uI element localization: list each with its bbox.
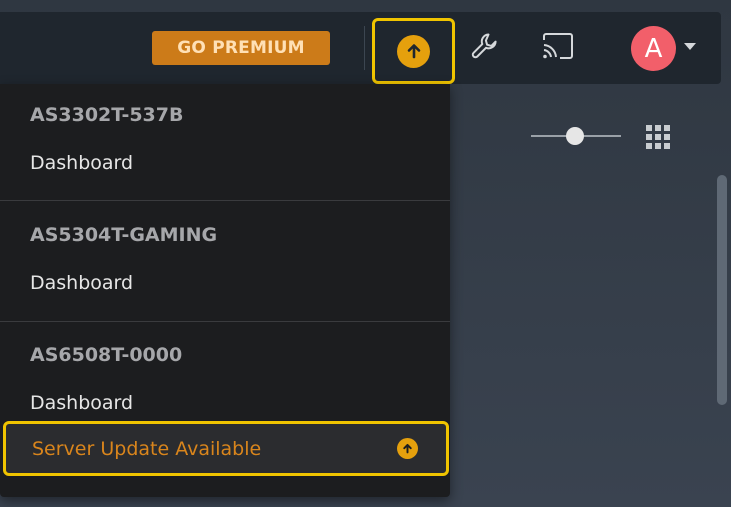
update-available-button[interactable]	[372, 18, 455, 84]
go-premium-button[interactable]: GO PREMIUM	[152, 31, 330, 65]
server-update-available-item[interactable]: Server Update Available	[3, 421, 449, 476]
top-toolbar	[0, 12, 721, 84]
server-update-label: Server Update Available	[32, 437, 262, 460]
user-avatar[interactable]: A	[631, 26, 676, 71]
dashboard-link[interactable]: Dashboard	[30, 152, 133, 174]
grid-view-icon[interactable]	[646, 125, 670, 149]
server-name: AS6508T-0000	[30, 344, 183, 366]
size-slider-handle[interactable]	[566, 127, 584, 145]
chevron-down-icon[interactable]	[684, 43, 696, 50]
wrench-icon	[468, 29, 502, 68]
toolbar-divider	[364, 26, 365, 70]
dashboard-link[interactable]: Dashboard	[30, 392, 133, 414]
settings-button[interactable]	[467, 30, 503, 66]
dashboard-link[interactable]: Dashboard	[30, 272, 133, 294]
cast-button[interactable]	[540, 30, 576, 66]
menu-divider	[0, 321, 450, 322]
server-name: AS5304T-GAMING	[30, 224, 218, 246]
update-available-icon	[397, 34, 430, 68]
menu-divider	[0, 200, 450, 201]
server-name: AS3302T-537B	[30, 104, 184, 126]
cast-icon	[540, 31, 576, 66]
scrollbar[interactable]	[717, 175, 727, 405]
update-available-icon	[397, 438, 418, 459]
